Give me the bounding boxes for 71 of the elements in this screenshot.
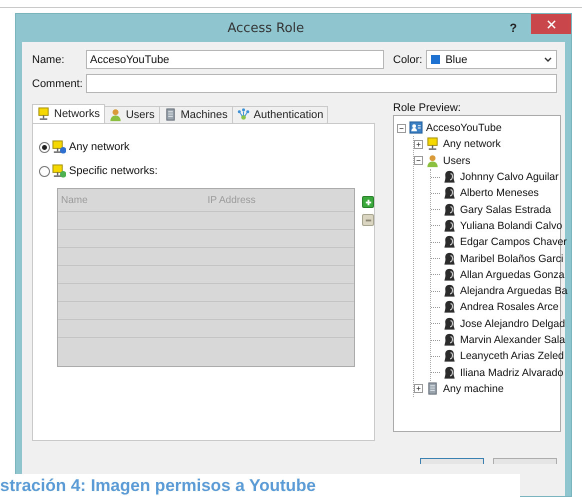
remove-button[interactable]: [362, 214, 374, 226]
tab[interactable]: Machines: [158, 106, 233, 123]
close-button[interactable]: [531, 14, 571, 34]
person-icon: [443, 333, 457, 347]
person-icon: [443, 366, 457, 380]
person-icon: [443, 202, 457, 217]
tree-item[interactable]: Gary Salas Estrada: [460, 204, 552, 216]
tree-item[interactable]: Jose Alejandro Delgad: [460, 318, 566, 330]
dialog-button[interactable]: [420, 458, 484, 464]
network-icon: [52, 140, 66, 154]
network-icon: [37, 107, 51, 121]
person-icon: [443, 349, 457, 364]
field-label: Color:: [393, 54, 422, 66]
tree-item[interactable]: Iliana Madriz Alvarado: [460, 366, 564, 379]
person-icon: [443, 218, 457, 233]
color-dropdown[interactable]: Blue: [426, 50, 557, 69]
tree-item[interactable]: Leanyceth Arias Zeled: [460, 350, 564, 362]
role-icon: [409, 121, 423, 136]
network-icon: [52, 164, 66, 178]
tree-item[interactable]: Johnny Calvo Aguilar: [460, 171, 559, 184]
tree-item[interactable]: Andrea Rosales Arce: [460, 301, 559, 314]
tree-item[interactable]: Any network: [443, 138, 501, 150]
option-label: Specific networks:: [69, 165, 158, 177]
option-label: Any network: [69, 141, 130, 153]
tree-item[interactable]: Alberto Meneses: [460, 187, 539, 200]
person-icon: [443, 170, 457, 184]
window-title: Access Role: [226, 20, 306, 36]
radio-button[interactable]: [39, 166, 50, 176]
tree-item[interactable]: Edgar Campos Chaver: [460, 236, 567, 248]
comment-field[interactable]: [86, 74, 557, 93]
person-icon: [443, 252, 457, 266]
color-swatch: [431, 55, 440, 64]
tree-item[interactable]: Marvin Alexander Sala: [460, 334, 566, 346]
person-icon: [443, 316, 457, 331]
collapse-icon[interactable]: [414, 156, 423, 166]
tab[interactable]: Authentication: [232, 106, 328, 123]
plus-icon: [364, 198, 372, 206]
dropdown-value: Blue: [445, 54, 468, 66]
expand-icon[interactable]: [414, 384, 423, 394]
field-label: Name:: [32, 54, 66, 66]
tree-item[interactable]: AccesoYouTube: [426, 122, 502, 134]
person-icon: [443, 268, 457, 282]
tab[interactable]: Users: [104, 106, 160, 123]
section-label: Role Preview:: [393, 102, 462, 115]
person-icon: [443, 300, 457, 314]
radio-button[interactable]: [39, 142, 50, 152]
close-icon: [546, 20, 556, 28]
caret-icon: [544, 56, 552, 62]
tab[interactable]: Networks: [32, 104, 105, 123]
tree-item[interactable]: Allan Arguedas Gonza: [460, 268, 564, 281]
tree-item[interactable]: Users: [443, 154, 470, 167]
collapse-icon[interactable]: [397, 124, 406, 133]
user-icon: [108, 108, 123, 122]
figure-caption: stración 4: Imagen permisos a Youtube: [0, 474, 520, 497]
person-icon: [443, 186, 457, 200]
column-header: IP Address: [208, 194, 257, 206]
expand-icon[interactable]: [414, 140, 423, 149]
column-header: Name: [61, 194, 89, 206]
tree-item[interactable]: Maribel Bolaños Garci: [460, 252, 564, 265]
field-label: Comment:: [32, 78, 84, 90]
network-icon: [426, 137, 440, 152]
person-icon: [443, 235, 457, 250]
user-icon: [426, 154, 440, 168]
name-field[interactable]: AccesoYouTube: [86, 50, 384, 69]
network-nodes-icon: [236, 108, 251, 122]
help-button[interactable]: ?: [510, 21, 517, 35]
add-button[interactable]: [362, 196, 374, 208]
tree-item[interactable]: Alejandra Arguedas Ba: [460, 285, 568, 298]
person-icon: [443, 284, 457, 298]
tree-item[interactable]: Yuliana Bolandi Calvo: [460, 220, 562, 232]
tree-item[interactable]: Any machine: [443, 382, 504, 395]
